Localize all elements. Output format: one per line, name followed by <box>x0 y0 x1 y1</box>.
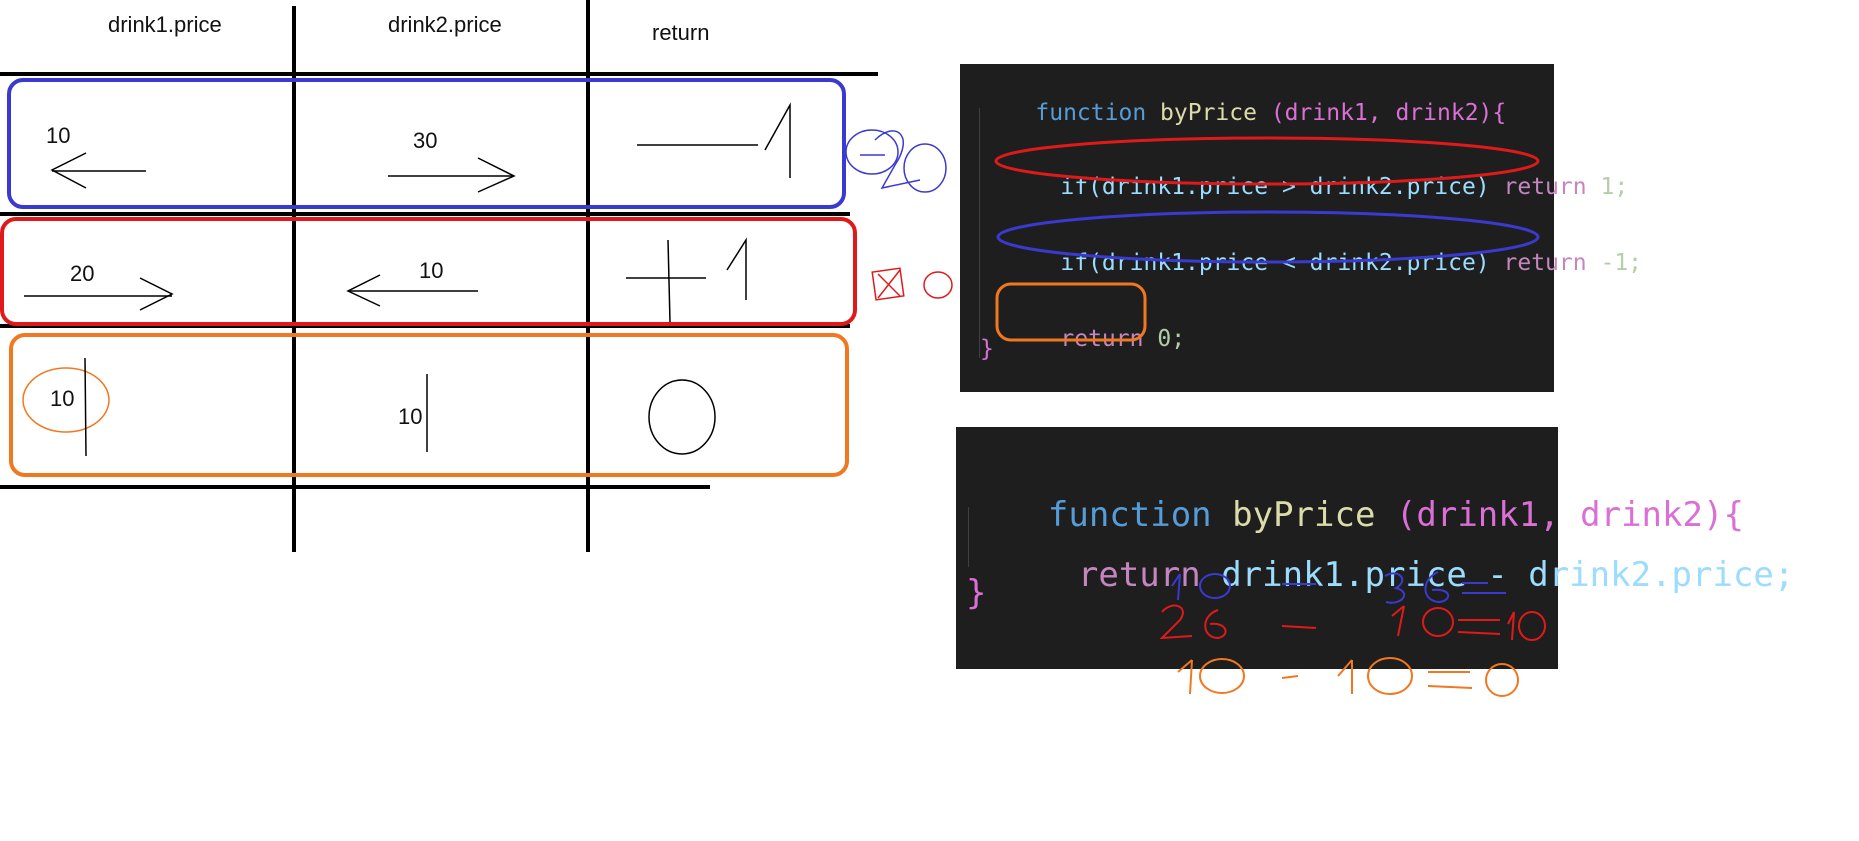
code-panel-top: function byPrice (drink1, drink2){ if(dr… <box>960 64 1642 392</box>
highlight-blue-ellipse <box>996 210 1540 264</box>
vertical-bar-mark <box>84 357 87 457</box>
handwritten-minus-one <box>637 102 791 178</box>
annotation-10-red <box>871 267 953 301</box>
annotation-minus-20-blue <box>845 129 947 193</box>
code-highlight-marks <box>994 136 1540 342</box>
handwritten-zero <box>648 379 716 455</box>
row3-drink1-value: 10 <box>50 386 74 411</box>
code-panel-bottom: function byPrice (drink1, drink2){ retur… <box>956 427 1794 669</box>
return-expression: drink1.price - drink2.price; <box>1221 555 1795 595</box>
row-box-orange <box>9 333 849 477</box>
keyword-return: return <box>1077 555 1201 595</box>
whiteboard-drawing: 10 30 20 10 10 10 <box>0 0 953 552</box>
handwritten-plus-one <box>626 237 747 323</box>
row1-drink1-value: 10 <box>46 123 70 148</box>
row2-drink2-value: 10 <box>419 258 443 283</box>
return-value-1: 1; <box>1600 174 1629 200</box>
row2-drink1-value: 20 <box>70 261 94 286</box>
left-arrow-icon <box>50 152 146 189</box>
return-value-minus-1: -1; <box>1600 250 1643 276</box>
left-arrow-icon <box>346 274 478 307</box>
right-arrow-icon <box>388 157 516 193</box>
row1-drink2-value: 30 <box>413 128 437 153</box>
closing-brace: } <box>966 573 987 613</box>
highlight-orange-box <box>995 282 1147 342</box>
right-arrow-icon <box>24 277 174 311</box>
highlight-red-ellipse <box>994 136 1540 186</box>
code-line-return-difference: return drink1.price - drink2.price; <box>996 515 1794 635</box>
row3-drink2-value: 10 <box>398 404 422 429</box>
